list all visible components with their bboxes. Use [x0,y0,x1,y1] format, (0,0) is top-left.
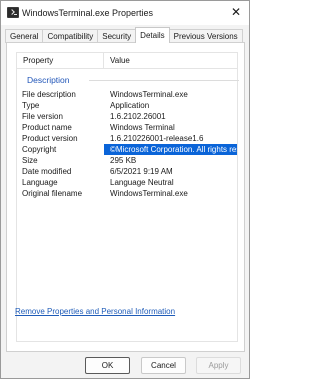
table-row[interactable]: Size 295 KB [17,155,237,166]
property-name: Product version [22,134,78,143]
table-row[interactable]: Product version 1.6.210226001-release1.6 [17,133,237,144]
title-bar[interactable]: WindowsTerminal.exe Properties ✕ [1,1,249,25]
property-rows: File description WindowsTerminal.exe Type… [17,89,237,199]
section-divider [89,80,239,81]
property-name: Type [22,101,40,110]
section-heading: Description [27,73,239,87]
table-row-selected[interactable]: Copyright ©Microsoft Corporation. All rig… [17,144,237,155]
property-name: Product name [22,123,72,132]
property-value: WindowsTerminal.exe [110,189,188,198]
property-value: Language Neutral [110,178,174,187]
tab-general[interactable]: General [5,29,44,43]
details-panel: Property Value Description File descript… [6,42,245,352]
property-value: 6/5/2021 9:19 AM [110,167,173,176]
table-row[interactable]: File description WindowsTerminal.exe [17,89,237,100]
property-name: File version [22,112,63,121]
property-name: Language [22,178,58,187]
property-name: Original filename [22,189,83,198]
property-value: 295 KB [110,156,137,165]
property-value: 1.6.210226001-release1.6 [110,134,204,143]
tab-strip: General Compatibility Security Details P… [5,27,245,43]
table-row[interactable]: Language Language Neutral [17,177,237,188]
table-row[interactable]: File version 1.6.2102.26001 [17,111,237,122]
window-title: WindowsTerminal.exe Properties [22,8,154,18]
list-header: Property Value [17,53,237,69]
property-name: Size [22,156,38,165]
table-row[interactable]: Product name Windows Terminal [17,122,237,133]
tab-details[interactable]: Details [135,27,170,43]
table-row[interactable]: Original filename WindowsTerminal.exe [17,188,237,199]
terminal-icon [7,7,19,18]
remove-properties-link[interactable]: Remove Properties and Personal Informati… [15,307,175,316]
table-row[interactable]: Type Application [17,100,237,111]
tab-compatibility[interactable]: Compatibility [42,29,99,43]
table-row[interactable]: Date modified 6/5/2021 9:19 AM [17,166,237,177]
property-name: File description [22,90,76,99]
section-label: Description [27,75,70,85]
property-value: 1.6.2102.26001 [110,112,166,121]
property-name: Date modified [22,167,72,176]
cancel-button[interactable]: Cancel [141,357,186,374]
property-value: Application [110,101,150,110]
close-icon[interactable]: ✕ [229,5,243,19]
apply-button[interactable]: Apply [196,357,241,374]
property-value: Windows Terminal [110,123,175,132]
property-value: ©Microsoft Corporation. All rights reser… [110,145,237,154]
details-list[interactable]: Property Value Description File descript… [16,52,239,342]
ok-button[interactable]: OK [85,357,130,374]
tab-previous-versions[interactable]: Previous Versions [168,29,243,43]
tab-security[interactable]: Security [97,29,137,43]
properties-dialog: WindowsTerminal.exe Properties ✕ General… [0,0,250,379]
column-header-property[interactable]: Property [17,53,104,68]
property-value: WindowsTerminal.exe [110,90,188,99]
dialog-buttons: OK Cancel Apply [1,357,249,375]
column-header-value[interactable]: Value [104,53,130,68]
property-name: Copyright [17,144,104,155]
